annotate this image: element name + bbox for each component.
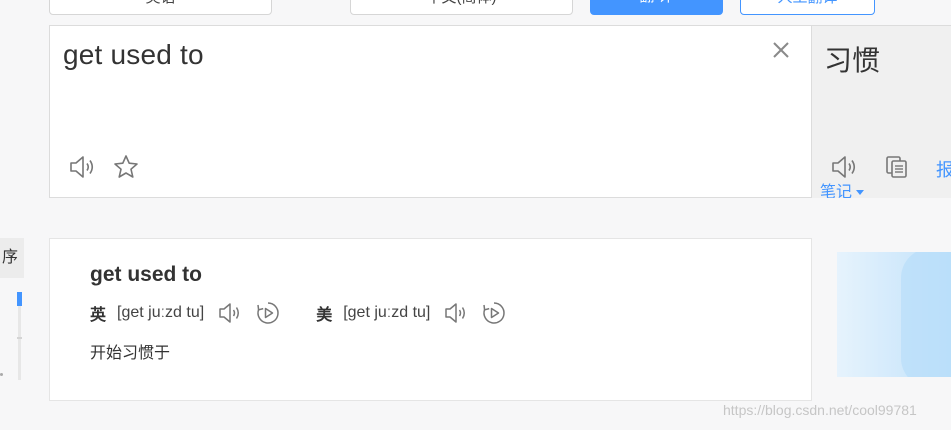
source-language-select[interactable]: 英语 — [49, 0, 272, 15]
star-icon[interactable] — [112, 153, 140, 181]
copy-icon[interactable] — [884, 154, 910, 180]
side-tab[interactable]: 序 — [0, 238, 24, 278]
phonetic-label: 美 — [316, 307, 333, 324]
phonetic-text: [get juːzd tu] — [343, 304, 431, 321]
translation-text: 习惯 — [824, 45, 881, 76]
notes-dropdown[interactable]: 笔记 — [820, 182, 865, 198]
watermark: https://blog.csdn.net/cool99781 — [723, 402, 917, 418]
speaker-icon[interactable] — [218, 301, 242, 325]
phonetic-us: 美 [get juːzd tu] — [316, 301, 520, 325]
source-input-panel[interactable]: get used to — [49, 25, 812, 198]
human-translation-button[interactable]: 人工翻译 — [740, 0, 875, 15]
phonetics-row: 英 [get juːzd tu] 美 [get juːzd tu] — [90, 301, 542, 325]
report-link[interactable]: 报 — [936, 156, 951, 182]
source-text[interactable]: get used to — [63, 39, 204, 71]
side-divider — [17, 337, 22, 339]
close-icon[interactable] — [769, 38, 793, 62]
replay-icon[interactable] — [482, 301, 506, 325]
dictionary-word: get used to — [90, 263, 203, 286]
phonetic-label: 英 — [90, 307, 107, 324]
speaker-icon[interactable] — [444, 301, 468, 325]
phonetic-text: [get juːzd tu] — [117, 304, 205, 321]
side-dot — [0, 373, 3, 376]
translate-page: 英语 ‹ 中文(简体) 翻 译 人工翻译 get used to 习惯 — [0, 0, 951, 430]
replay-icon[interactable] — [256, 301, 280, 325]
swap-arrows-icon[interactable]: ‹ — [294, 0, 312, 6]
side-scroll-indicator[interactable] — [17, 292, 22, 306]
translation-output-panel: 习惯 报 笔记 — [812, 25, 951, 198]
translate-button[interactable]: 翻 译 — [590, 0, 723, 15]
target-language-select[interactable]: 中文(简体) — [350, 0, 573, 15]
promo-banner[interactable] — [837, 252, 951, 377]
speaker-icon[interactable] — [68, 154, 96, 180]
dictionary-meaning: 开始习惯于 — [90, 345, 171, 362]
dictionary-card: get used to 英 [get juːzd tu] 美 [get juːz — [49, 238, 812, 401]
notes-label: 笔记 — [820, 184, 853, 198]
banner-decoration — [901, 252, 951, 377]
chevron-down-icon — [856, 190, 865, 196]
speaker-icon[interactable] — [830, 154, 858, 180]
phonetic-uk: 英 [get juːzd tu] — [90, 301, 294, 325]
